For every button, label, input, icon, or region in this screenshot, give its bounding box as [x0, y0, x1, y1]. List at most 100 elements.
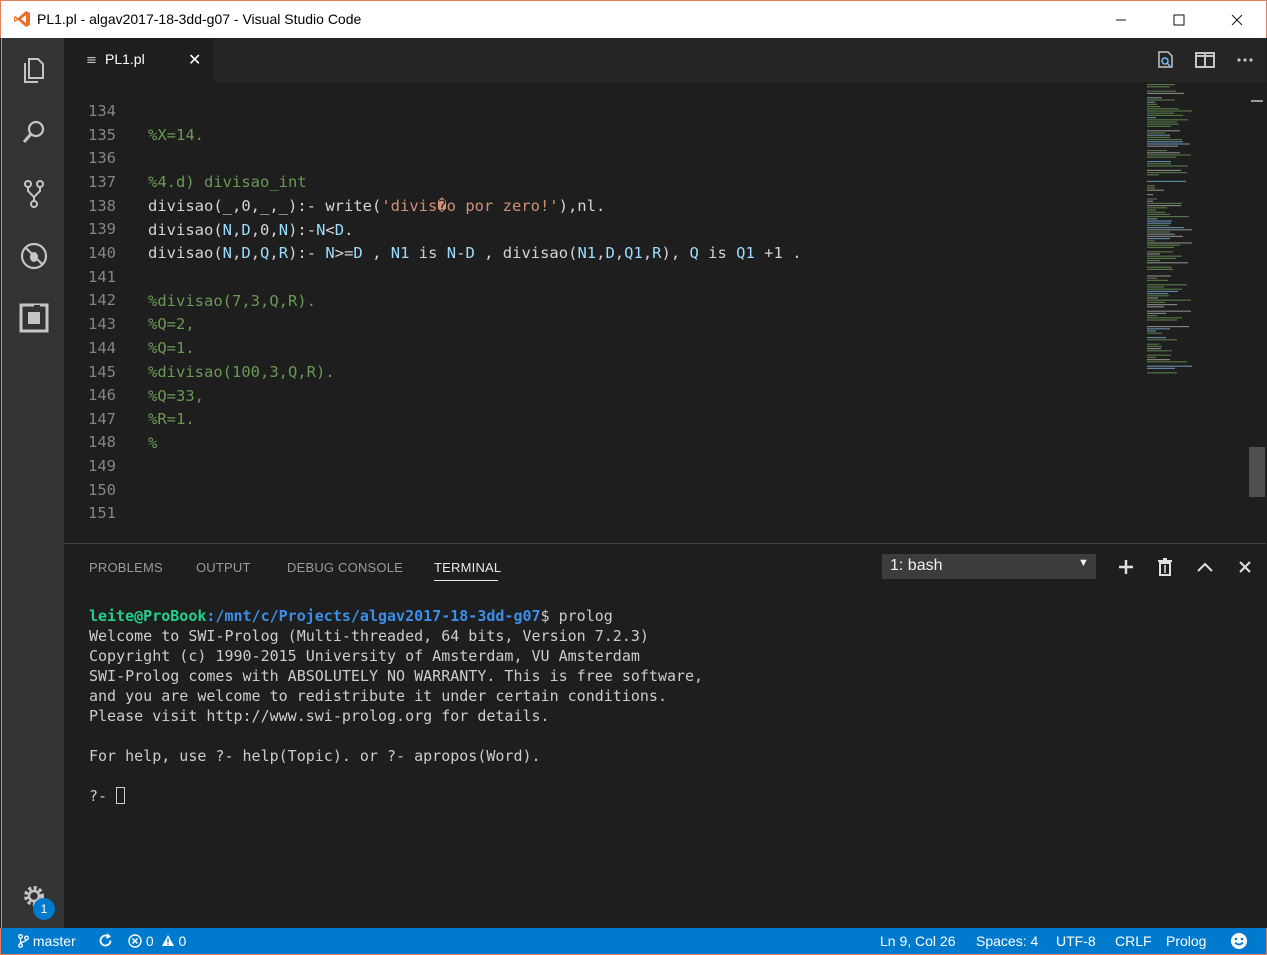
minimap-line	[1147, 218, 1157, 219]
minimap-line	[1147, 203, 1182, 204]
minimap-line	[1147, 190, 1164, 191]
feedback-button[interactable]	[1230, 932, 1248, 953]
minimap-line	[1147, 317, 1182, 318]
minimap-line	[1147, 135, 1170, 136]
tab-close-icon[interactable]: ✕	[188, 50, 201, 69]
terminal-output[interactable]: leite@ProBook:/mnt/c/Projects/algav2017-…	[89, 606, 1239, 806]
plus-icon	[1118, 559, 1134, 575]
minimap-line	[1147, 161, 1171, 162]
minimap-line	[1147, 247, 1174, 248]
active-tab-indicator	[434, 580, 498, 581]
close-window-button[interactable]	[1208, 1, 1266, 39]
tab-debug-console[interactable]: DEBUG CONSOLE	[287, 560, 403, 575]
new-terminal-button[interactable]	[1113, 554, 1139, 580]
terminal-query-line[interactable]: ?-	[89, 786, 1239, 806]
search-icon	[20, 118, 48, 146]
language-mode[interactable]: Prolog	[1166, 933, 1206, 949]
activity-explorer[interactable]	[2, 46, 65, 94]
minimap-line	[1147, 291, 1178, 292]
git-branch-icon	[18, 934, 29, 948]
minimap-line	[1147, 194, 1153, 195]
code-line: 139 divisao(N,D,Q,R):- N>=D , N1 is N-D …	[64, 193, 1144, 217]
minimap-line	[1147, 245, 1180, 246]
minimap-line	[1147, 348, 1161, 349]
minimap-line	[1147, 97, 1162, 98]
branch-indicator[interactable]: master	[18, 933, 76, 949]
tab-output[interactable]: OUTPUT	[196, 560, 251, 575]
minimap-line	[1147, 346, 1162, 347]
indentation[interactable]: Spaces: 4	[976, 933, 1038, 949]
minimap-line	[1147, 84, 1175, 85]
minimap-line	[1147, 368, 1175, 369]
activity-search[interactable]	[2, 108, 65, 156]
minimap-line	[1147, 181, 1186, 182]
minimap-line	[1147, 304, 1177, 305]
minimap-line	[1147, 130, 1180, 131]
minimap-line	[1147, 328, 1170, 329]
minimap-line	[1147, 286, 1164, 287]
maximize-panel-button[interactable]	[1192, 554, 1218, 580]
minimap-line	[1147, 357, 1156, 358]
minimap-line	[1147, 113, 1174, 114]
open-preview-button[interactable]	[1152, 48, 1180, 72]
tab-terminal[interactable]: TERMINAL	[434, 560, 501, 575]
minimap-line	[1147, 267, 1172, 268]
activity-debug[interactable]	[2, 232, 65, 280]
cursor-position[interactable]: Ln 9, Col 26	[880, 933, 956, 949]
minimap-line	[1147, 355, 1171, 356]
minimize-button[interactable]	[1092, 1, 1150, 39]
vscode-logo-icon	[13, 10, 31, 28]
minimap-line	[1147, 306, 1164, 307]
minimap-line	[1147, 278, 1157, 279]
maximize-button[interactable]	[1150, 1, 1208, 39]
minimap-line	[1147, 124, 1179, 125]
minimap-line	[1147, 139, 1182, 140]
code-line: 136 %4.d) divisao_int	[64, 122, 1144, 146]
smiley-icon	[1230, 932, 1248, 950]
kill-terminal-button[interactable]	[1152, 554, 1178, 580]
minimap-line	[1147, 163, 1171, 164]
minimap-line	[1147, 205, 1181, 206]
minimap-line	[1147, 126, 1171, 127]
minimap[interactable]	[1146, 82, 1246, 382]
tab-pl1[interactable]: ≡ PL1.pl ✕	[64, 38, 214, 82]
minimap-line	[1147, 141, 1183, 142]
minimap-line	[1147, 280, 1168, 281]
editor-scroll-thumb[interactable]	[1249, 447, 1265, 497]
minimap-line	[1147, 146, 1178, 147]
minimap-line	[1147, 154, 1191, 155]
minimap-line	[1147, 251, 1173, 252]
minimap-line	[1147, 295, 1169, 296]
close-panel-button[interactable]	[1232, 554, 1258, 580]
minimap-line	[1147, 372, 1177, 373]
minimap-line	[1147, 359, 1170, 360]
activity-extensions[interactable]	[2, 294, 65, 342]
error-icon	[128, 934, 142, 948]
minimap-line	[1147, 311, 1191, 312]
line-ending[interactable]: CRLF	[1115, 933, 1152, 949]
problems-indicator[interactable]: 0 0	[128, 933, 186, 949]
tab-problems[interactable]: PROBLEMS	[89, 560, 163, 575]
minimap-line	[1147, 344, 1159, 345]
minimap-line	[1147, 104, 1157, 105]
minimize-icon	[1115, 14, 1127, 26]
minimap-line	[1147, 137, 1170, 138]
more-actions-button[interactable]	[1231, 48, 1259, 72]
encoding[interactable]: UTF-8	[1056, 933, 1096, 949]
minimap-line	[1147, 172, 1187, 173]
code-line: 137 divisao(_,0,_,_):- write('divis�o po…	[64, 146, 1144, 170]
terminal-select[interactable]: 1: bash ▼	[882, 554, 1096, 579]
code-editor[interactable]: 134 %X=14. 135 136 %4.d) divisao_int 137…	[64, 82, 1266, 543]
minimap-line	[1147, 110, 1192, 111]
sync-button[interactable]	[98, 933, 113, 949]
code-line: 151	[64, 477, 1144, 501]
activity-source-control[interactable]	[2, 170, 65, 218]
minimap-line	[1147, 242, 1192, 243]
code-line: 142 %Q=2,	[64, 264, 1144, 288]
split-editor-button[interactable]	[1191, 48, 1219, 72]
minimap-line	[1147, 121, 1177, 122]
minimap-line	[1147, 170, 1181, 171]
minimap-line	[1147, 315, 1157, 316]
minimap-line	[1147, 366, 1192, 367]
minimap-line	[1147, 209, 1156, 210]
